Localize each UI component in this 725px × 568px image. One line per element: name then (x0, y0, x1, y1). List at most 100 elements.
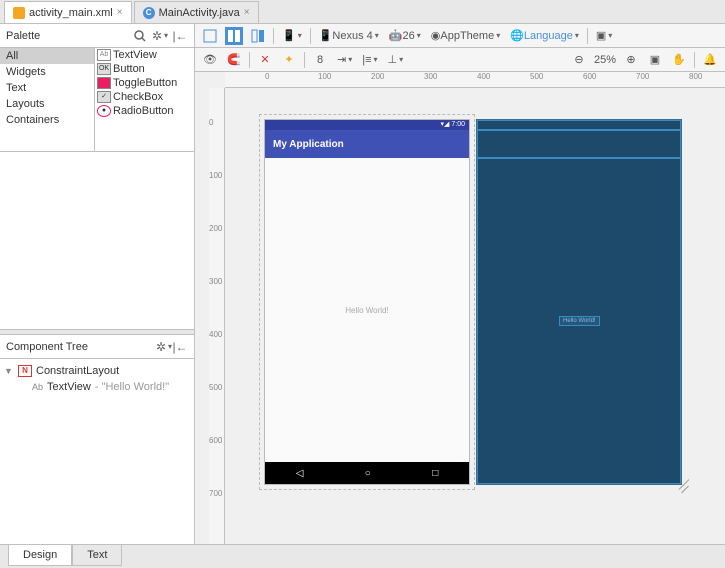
bottom-tab-text[interactable]: Text (72, 545, 122, 566)
palette-title: Palette (6, 30, 128, 42)
radio-icon: ● (97, 105, 111, 117)
device-content[interactable]: Hello World! (265, 158, 469, 462)
nav-home-icon: ○ (365, 468, 371, 479)
collapse-icon[interactable]: |← (172, 28, 188, 44)
xml-file-icon (13, 7, 25, 19)
palette-item-label: TextView (113, 49, 157, 61)
resize-handle[interactable] (677, 480, 693, 496)
tab-label: activity_main.xml (29, 7, 113, 19)
infer-constraints-icon[interactable]: ✦ (280, 51, 298, 69)
status-time: 7:00 (451, 121, 465, 128)
bottom-tab-design[interactable]: Design (8, 545, 72, 566)
palette-item-checkbox[interactable]: ✓CheckBox (95, 90, 194, 104)
palette-item-label: ToggleButton (113, 77, 177, 89)
palette-items: AbTextView OKButton ToggleButton ✓CheckB… (95, 48, 194, 151)
zoom-controls: ⊖ 25% ⊕ ▣ ✋ 🔔 (570, 51, 719, 69)
palette-item-button[interactable]: OKButton (95, 62, 194, 76)
palette-cat-widgets[interactable]: Widgets (0, 64, 94, 80)
zoom-fit-icon[interactable]: ▣ (646, 51, 664, 69)
tab-main-activity[interactable]: C MainActivity.java × (134, 1, 259, 23)
nav-bar: ◁ ○ □ (265, 462, 469, 484)
hello-text[interactable]: Hello World! (345, 306, 388, 315)
button-icon: OK (97, 63, 111, 75)
close-icon[interactable]: × (117, 7, 123, 18)
component-tree-header: Component Tree ✲ |← (0, 335, 194, 359)
gear-icon[interactable]: ✲ (152, 28, 168, 44)
device-preview[interactable]: ▾◢ 7:00 My Application Hello World! ◁ ○ … (265, 120, 469, 484)
pack-icon[interactable]: |≡ (360, 51, 379, 69)
default-margin-icon[interactable]: ⇥ (335, 51, 354, 69)
toggle-icon (97, 77, 111, 89)
java-file-icon: C (143, 7, 155, 19)
palette-item-togglebutton[interactable]: ToggleButton (95, 76, 194, 90)
bottom-tabs: Design Text (0, 544, 725, 568)
pan-icon[interactable]: ✋ (670, 51, 688, 69)
app-title: My Application (273, 139, 344, 150)
component-tree-title: Component Tree (6, 341, 156, 353)
ruler-vertical: 0 100 200 300 400 500 600 700 (209, 88, 225, 544)
canvas-area[interactable]: 0 100 200 300 400 500 600 700 800 0 100 … (195, 72, 725, 544)
tab-label: MainActivity.java (159, 7, 240, 19)
palette-item-label: CheckBox (113, 91, 163, 103)
margin-value[interactable]: 8 (311, 51, 329, 69)
palette-cat-text[interactable]: Text (0, 80, 94, 96)
app-bar: My Application (265, 130, 469, 158)
checkbox-icon: ✓ (97, 91, 111, 103)
bp-hello-text[interactable]: Hello World! (559, 316, 600, 326)
palette-item-label: Button (113, 63, 145, 75)
search-icon[interactable] (132, 28, 148, 44)
textview-icon: Ab (97, 49, 111, 61)
palette-header: Palette ✲ |← (0, 24, 194, 48)
bp-status-bar (477, 120, 681, 130)
palette-cat-all[interactable]: All (0, 48, 94, 64)
palette-item-label: RadioButton (113, 105, 174, 117)
device-selector[interactable]: 📱 Nexus 4 (317, 27, 381, 45)
tree-root-constraintlayout[interactable]: ▼ N ConstraintLayout (4, 363, 190, 379)
zoom-out-icon[interactable]: ⊖ (570, 51, 588, 69)
bp-app-bar (477, 130, 681, 158)
palette-spacer (0, 152, 194, 329)
signal-icon: ▾◢ (441, 121, 450, 128)
palette-item-textview[interactable]: AbTextView (95, 48, 194, 62)
blueprint-preview[interactable]: Hello World! (477, 120, 681, 484)
palette-item-radiobutton[interactable]: ●RadioButton (95, 104, 194, 118)
language-selector[interactable]: 🌐 Language (508, 27, 581, 45)
tree-label: ConstraintLayout (36, 365, 119, 377)
design-surface-icon[interactable] (201, 27, 219, 45)
orientation-icon[interactable]: 📱 (280, 27, 304, 45)
ruler-horizontal: 0 100 200 300 400 500 600 700 800 (225, 72, 725, 88)
align-icon[interactable]: ⊥ (386, 51, 406, 69)
design-toolbar-2: 👁 🧲 ✕ ✦ 8 ⇥ |≡ ⊥ ⊖ 25% ⊕ ▣ ✋ 🔔 (195, 48, 725, 72)
tree-child-textview[interactable]: Ab TextView - "Hello World!" (4, 379, 190, 395)
constraintlayout-icon: N (18, 365, 32, 377)
api-selector[interactable]: 🤖26 (387, 27, 423, 45)
status-bar: ▾◢ 7:00 (265, 120, 469, 130)
left-panel: Palette ✲ |← All Widgets Text Layouts Co… (0, 24, 195, 544)
palette-cat-containers[interactable]: Containers (0, 112, 94, 128)
clear-constraints-icon[interactable]: ✕ (256, 51, 274, 69)
notifications-icon[interactable]: 🔔 (701, 51, 719, 69)
palette-body: All Widgets Text Layouts Containers AbTe… (0, 48, 194, 152)
design-toolbar-1: 📱 📱 Nexus 4 🤖26 ◉ AppTheme 🌐 Language ▣ (195, 24, 725, 48)
collapse-icon[interactable]: |← (172, 339, 188, 355)
close-icon[interactable]: × (244, 7, 250, 18)
blueprint-surface-icon[interactable] (225, 27, 243, 45)
gear-icon[interactable]: ✲ (156, 339, 172, 355)
zoom-in-icon[interactable]: ⊕ (622, 51, 640, 69)
design-surface[interactable]: ▾◢ 7:00 My Application Hello World! ◁ ○ … (225, 88, 725, 544)
tree-value: - "Hello World!" (95, 381, 169, 393)
textview-icon: Ab (32, 382, 43, 392)
palette-categories: All Widgets Text Layouts Containers (0, 48, 95, 151)
palette-cat-layouts[interactable]: Layouts (0, 96, 94, 112)
theme-selector[interactable]: ◉ AppTheme (429, 27, 502, 45)
design-editor: 📱 📱 Nexus 4 🤖26 ◉ AppTheme 🌐 Language ▣ … (195, 24, 725, 544)
tab-activity-main[interactable]: activity_main.xml × (4, 1, 132, 23)
zoom-level: 25% (594, 54, 616, 66)
magnet-icon[interactable]: 🧲 (225, 51, 243, 69)
tree-label: TextView (47, 381, 91, 393)
variants-icon[interactable]: ▣ (594, 27, 614, 45)
eye-icon[interactable]: 👁 (201, 51, 219, 69)
nav-back-icon: ◁ (296, 468, 304, 479)
disclosure-icon[interactable]: ▼ (4, 366, 14, 376)
both-surface-icon[interactable] (249, 27, 267, 45)
